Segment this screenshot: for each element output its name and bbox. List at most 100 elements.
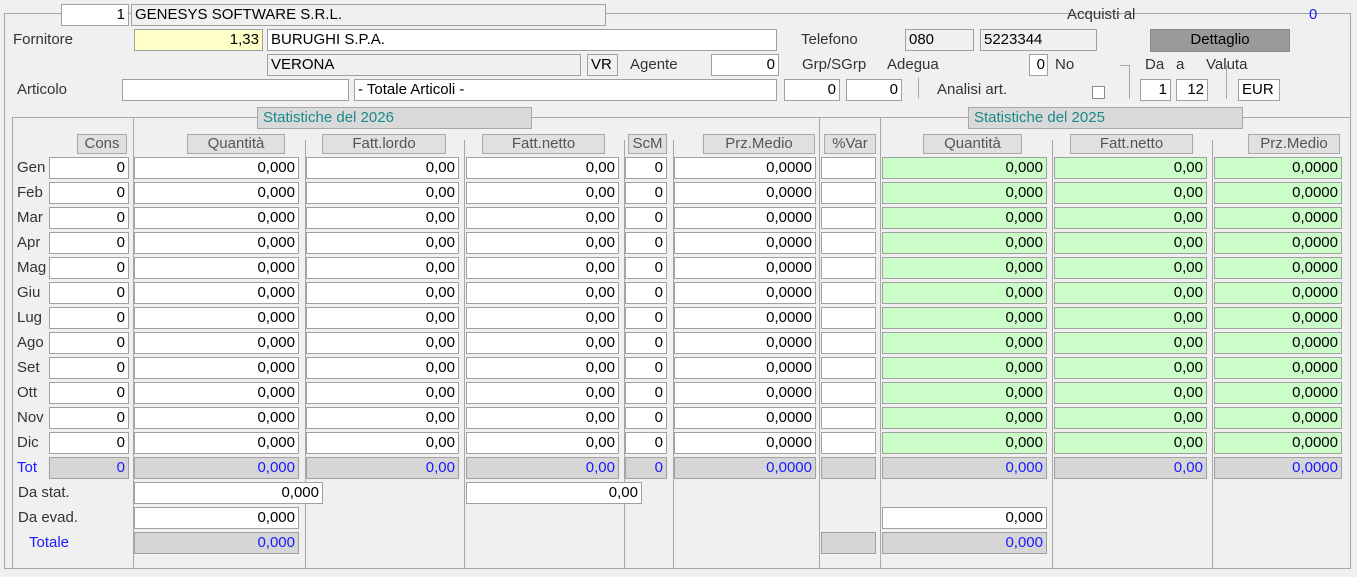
articolo-label: Articolo [17, 81, 68, 98]
cell-netto: 0,00 [466, 257, 619, 279]
month-label: Lug [17, 309, 43, 326]
total-lordo: 0,00 [306, 457, 459, 479]
cell-p-qty: 0,000 [882, 257, 1047, 279]
da-evad-qty: 0,000 [134, 507, 299, 529]
valuta-field[interactable]: EUR [1238, 79, 1280, 101]
total-var [821, 457, 876, 479]
cell-lordo: 0,00 [306, 382, 459, 404]
analisi-art-label: Analisi art. [937, 81, 1008, 98]
cell-p-netto: 0,00 [1054, 257, 1207, 279]
cell-netto: 0,00 [466, 382, 619, 404]
dettaglio-button[interactable]: Dettaglio [1150, 29, 1290, 52]
cell-p-netto: 0,00 [1054, 207, 1207, 229]
cell-var [821, 232, 876, 254]
adegua-field[interactable]: 0 [1029, 54, 1048, 76]
cell-var [821, 207, 876, 229]
totale-qty: 0,000 [134, 532, 299, 554]
col-divider [819, 117, 820, 569]
cell-lordo: 0,00 [306, 182, 459, 204]
da-month-field[interactable]: 1 [1140, 79, 1171, 101]
fornitore-name-field[interactable]: BURUGHI S.P.A. [267, 29, 777, 51]
cell-qty: 0,000 [134, 282, 299, 304]
cell-cons: 0 [49, 282, 129, 304]
da-stat-label: Da stat. [18, 484, 70, 501]
cell-var [821, 382, 876, 404]
cell-prz: 0,0000 [674, 357, 816, 379]
cell-cons: 0 [49, 357, 129, 379]
da-label: Da [1145, 56, 1165, 73]
grp-field[interactable]: 0 [784, 79, 840, 101]
totale-label: Totale [29, 534, 70, 551]
cell-cons: 0 [49, 182, 129, 204]
cell-p-qty: 0,000 [882, 357, 1047, 379]
cell-p-prz: 0,0000 [1214, 382, 1342, 404]
cell-scm: 0 [625, 207, 667, 229]
cell-p-netto: 0,00 [1054, 232, 1207, 254]
fornitore-label: Fornitore [13, 31, 74, 48]
cell-p-prz: 0,0000 [1214, 157, 1342, 179]
cell-prz: 0,0000 [674, 307, 816, 329]
cell-prz: 0,0000 [674, 282, 816, 304]
cell-netto: 0,00 [466, 282, 619, 304]
cell-qty: 0,000 [134, 407, 299, 429]
cell-p-prz: 0,0000 [1214, 182, 1342, 204]
cell-scm: 0 [625, 257, 667, 279]
month-label: Ott [17, 384, 38, 401]
total-prev-netto: 0,00 [1054, 457, 1207, 479]
cell-p-qty: 0,000 [882, 282, 1047, 304]
cell-qty: 0,000 [134, 382, 299, 404]
acquisti-label: Acquisti al [1067, 6, 1136, 23]
cell-p-prz: 0,0000 [1214, 357, 1342, 379]
bracket-line [918, 78, 919, 98]
cell-p-prz: 0,0000 [1214, 332, 1342, 354]
cell-cons: 0 [49, 332, 129, 354]
total-qty: 0,000 [134, 457, 299, 479]
month-label: Apr [17, 234, 41, 251]
cell-prz: 0,0000 [674, 232, 816, 254]
cell-prz: 0,0000 [674, 157, 816, 179]
cell-p-prz: 0,0000 [1214, 432, 1342, 454]
analisi-art-checkbox[interactable] [1092, 86, 1105, 99]
cell-scm: 0 [625, 407, 667, 429]
month-label: Mar [17, 209, 43, 226]
month-label: Giu [17, 284, 41, 301]
cell-lordo: 0,00 [306, 332, 459, 354]
cell-lordo: 0,00 [306, 357, 459, 379]
cell-prz: 0,0000 [674, 407, 816, 429]
cell-lordo: 0,00 [306, 232, 459, 254]
col-header-quantita: Quantità [187, 134, 285, 154]
cell-p-netto: 0,00 [1054, 407, 1207, 429]
col-divider [464, 140, 465, 569]
agente-field[interactable]: 0 [711, 54, 779, 76]
cell-qty: 0,000 [134, 257, 299, 279]
cell-p-qty: 0,000 [882, 207, 1047, 229]
da-stat-qty: 0,000 [134, 482, 323, 504]
col-header-fatt-lordo: Fatt.lordo [322, 134, 446, 154]
totale-var [821, 532, 876, 554]
sgrp-field[interactable]: 0 [846, 79, 902, 101]
cell-netto: 0,00 [466, 332, 619, 354]
a-month-field[interactable]: 12 [1176, 79, 1208, 101]
cell-scm: 0 [625, 282, 667, 304]
cell-scm: 0 [625, 357, 667, 379]
col-header-fatt-netto: Fatt.netto [482, 134, 605, 154]
cell-p-netto: 0,00 [1054, 182, 1207, 204]
cell-prz: 0,0000 [674, 182, 816, 204]
company-code-field[interactable]: 1 [61, 4, 129, 26]
cell-p-netto: 0,00 [1054, 332, 1207, 354]
fornitore-code-field[interactable]: 1,33 [134, 29, 263, 51]
cell-prz: 0,0000 [674, 207, 816, 229]
total-prz: 0,0000 [674, 457, 816, 479]
adegua-label: Adegua [887, 56, 939, 73]
articolo-description-field[interactable]: - Totale Articoli - [354, 79, 777, 101]
fornitore-city-field: VERONA [267, 54, 581, 76]
cell-cons: 0 [49, 207, 129, 229]
cell-p-prz: 0,0000 [1214, 282, 1342, 304]
da-stat-netto: 0,00 [466, 482, 642, 504]
adegua-no-label: No [1055, 56, 1075, 73]
month-label: Mag [17, 259, 47, 276]
cell-lordo: 0,00 [306, 307, 459, 329]
cell-p-netto: 0,00 [1054, 282, 1207, 304]
articolo-code-field[interactable] [122, 79, 349, 101]
month-label: Gen [17, 159, 46, 176]
